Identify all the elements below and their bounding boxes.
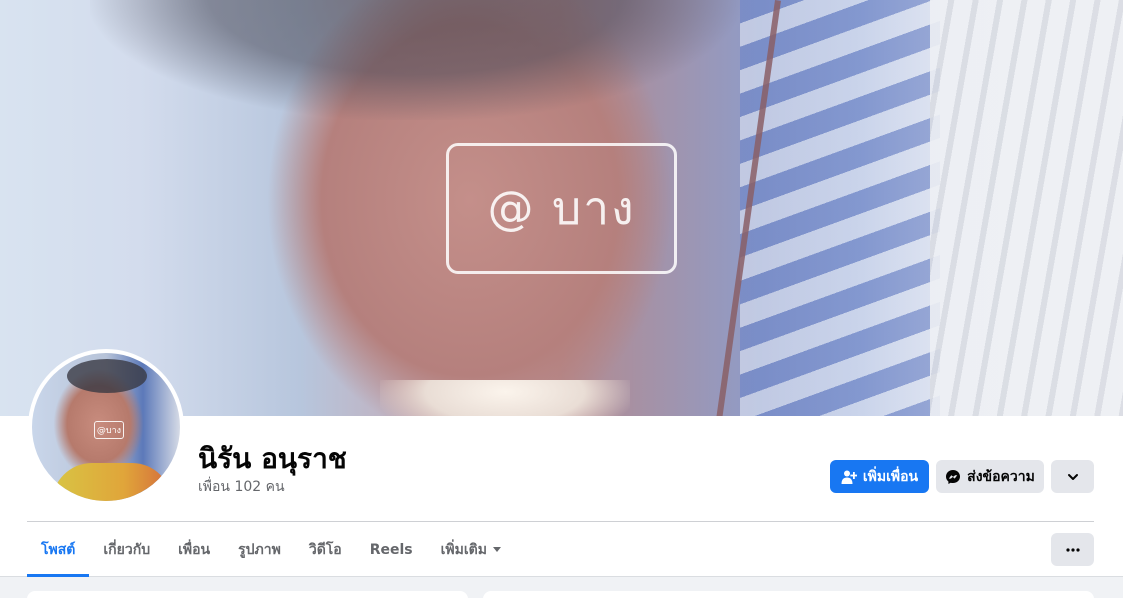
tab-friends-label: เพื่อน <box>178 541 211 558</box>
posts-card <box>483 591 1094 598</box>
tab-friends[interactable]: เพื่อน <box>164 522 224 577</box>
avatar-watermark: @บาง <box>94 421 124 439</box>
tab-about[interactable]: เกี่ยวกับ <box>89 522 164 577</box>
messenger-icon <box>945 469 961 485</box>
tab-posts-label: โพสต์ <box>41 541 76 558</box>
profile-options-button[interactable] <box>1051 460 1094 493</box>
friends-count[interactable]: เพื่อน 102 คน <box>198 476 285 498</box>
ellipsis-icon <box>1065 547 1080 552</box>
cover-watermark: @ บาง <box>446 143 677 274</box>
cover-photo-smile <box>380 380 630 416</box>
tab-reels-label: Reels <box>369 541 413 558</box>
tab-videos[interactable]: วิดีโอ <box>295 522 356 577</box>
cover-photo-roof <box>930 0 1123 416</box>
cover-photo[interactable]: @ บาง <box>0 0 1123 416</box>
tab-more[interactable]: เพิ่มเติม <box>427 522 515 577</box>
add-friend-label: เพิ่มเพื่อน <box>862 468 919 485</box>
add-friend-button[interactable]: เพิ่มเพื่อน <box>830 460 929 493</box>
avatar-hair <box>67 359 147 393</box>
tab-videos-label: วิดีโอ <box>308 541 342 558</box>
profile-more-options-button[interactable] <box>1051 533 1094 566</box>
tab-photos-label: รูปภาพ <box>238 541 281 558</box>
caret-down-icon <box>492 546 501 553</box>
avatar-shirt <box>52 463 172 501</box>
tab-photos[interactable]: รูปภาพ <box>224 522 295 577</box>
tab-reels[interactable]: Reels <box>356 522 427 577</box>
profile-name: นิรัน อนุราช <box>198 442 347 475</box>
cover-photo-hair <box>90 0 740 120</box>
tab-posts[interactable]: โพสต์ <box>27 522 90 577</box>
tab-more-label: เพิ่มเติม <box>440 541 487 558</box>
intro-card <box>27 591 468 598</box>
tab-about-label: เกี่ยวกับ <box>103 541 151 558</box>
profile-tabs: โพสต์ เกี่ยวกับ เพื่อน รูปภาพ วิดีโอ Ree… <box>27 522 515 577</box>
message-button[interactable]: ส่งข้อความ <box>936 460 1044 493</box>
chevron-down-icon <box>1067 471 1079 483</box>
profile-avatar[interactable]: @บาง <box>28 349 184 505</box>
add-person-icon <box>841 469 857 485</box>
message-label: ส่งข้อความ <box>967 468 1035 485</box>
